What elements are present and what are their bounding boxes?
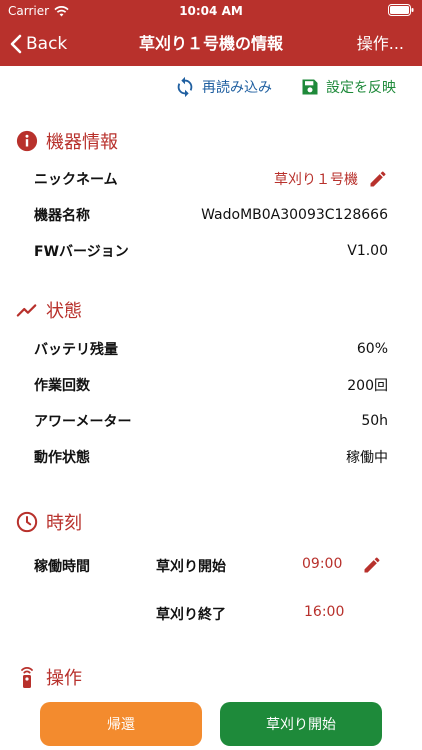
work-count-label: 作業回数	[34, 378, 90, 394]
info-icon	[16, 130, 38, 152]
nickname-value: 草刈り１号機	[274, 172, 358, 188]
battery-label: バッテリ残量	[34, 342, 118, 358]
pencil-icon[interactable]	[368, 169, 388, 189]
clock-icon	[16, 511, 38, 533]
time-header: 時刻	[16, 509, 82, 535]
status-bar: Carrier 10:04 AM	[0, 0, 422, 22]
device-name-label: 機器名称	[34, 208, 90, 224]
status-bar-right	[388, 4, 414, 16]
apply-label: 設定を反映	[326, 80, 396, 96]
hour-meter-row: アワーメーター 50h	[34, 409, 388, 433]
remote-control-icon	[21, 667, 33, 688]
reload-label: 再読み込み	[202, 80, 272, 96]
operations-menu-button[interactable]: 操作...	[357, 22, 404, 66]
operation-header: 操作	[16, 664, 82, 690]
nickname-row: ニックネーム 草刈り１号機	[34, 167, 388, 191]
back-label: Back	[26, 34, 68, 54]
status-title: 状態	[46, 301, 82, 322]
mow-end-time[interactable]: 16:00	[304, 604, 344, 620]
device-info-title: 機器情報	[46, 132, 118, 153]
mow-end-label: 草刈り終了	[156, 607, 226, 623]
fw-version-value: V1.00	[347, 243, 388, 259]
action-toolbar: 再読み込み 設定を反映	[174, 76, 396, 98]
work-count-value: 200回	[347, 378, 388, 394]
save-icon	[302, 79, 318, 95]
nickname-edit[interactable]: 草刈り１号機	[274, 169, 388, 189]
mow-start-label: 草刈り開始	[156, 559, 226, 575]
status-header: 状態	[16, 297, 82, 323]
refresh-icon	[177, 76, 193, 98]
return-button[interactable]: 帰還	[40, 702, 202, 746]
back-button[interactable]: Back	[10, 22, 67, 66]
device-info-header: 機器情報	[16, 128, 118, 154]
trending-up-icon	[16, 304, 37, 317]
operation-title: 操作	[46, 668, 82, 689]
status-bar-time: 10:04 AM	[179, 4, 243, 18]
chevron-left-icon	[10, 34, 22, 54]
hour-meter-value: 50h	[361, 413, 388, 429]
start-mowing-button[interactable]: 草刈り開始	[220, 702, 382, 746]
pencil-icon[interactable]	[362, 555, 382, 575]
battery-row: バッテリ残量 60%	[34, 337, 388, 361]
fw-version-row: FWバージョン V1.00	[34, 239, 388, 263]
work-count-row: 作業回数 200回	[34, 373, 388, 397]
time-title: 時刻	[46, 513, 82, 534]
mow-start-time[interactable]: 09:00	[302, 556, 342, 572]
operation-state-label: 動作状態	[34, 450, 90, 466]
battery-value: 60%	[356, 341, 388, 357]
battery-icon	[388, 4, 414, 16]
reload-button[interactable]: 再読み込み	[174, 76, 272, 98]
hour-meter-label: アワーメーター	[34, 414, 132, 430]
fw-version-label: FWバージョン	[34, 244, 129, 260]
nickname-label: ニックネーム	[34, 172, 118, 188]
operating-time-label: 稼働時間	[34, 559, 90, 575]
operation-state-value: 稼働中	[346, 450, 388, 466]
apply-settings-button[interactable]: 設定を反映	[300, 76, 396, 98]
operation-state-row: 動作状態 稼働中	[34, 445, 388, 469]
operating-time-area: 稼働時間 草刈り開始 09:00 草刈り終了 16:00	[34, 552, 394, 632]
device-name-row: 機器名称 WadoMB0A30093C128666	[34, 203, 388, 227]
device-name-value: WadoMB0A30093C128666	[201, 207, 388, 223]
navigation-bar: Back 草刈り１号機の情報 操作...	[0, 22, 422, 66]
